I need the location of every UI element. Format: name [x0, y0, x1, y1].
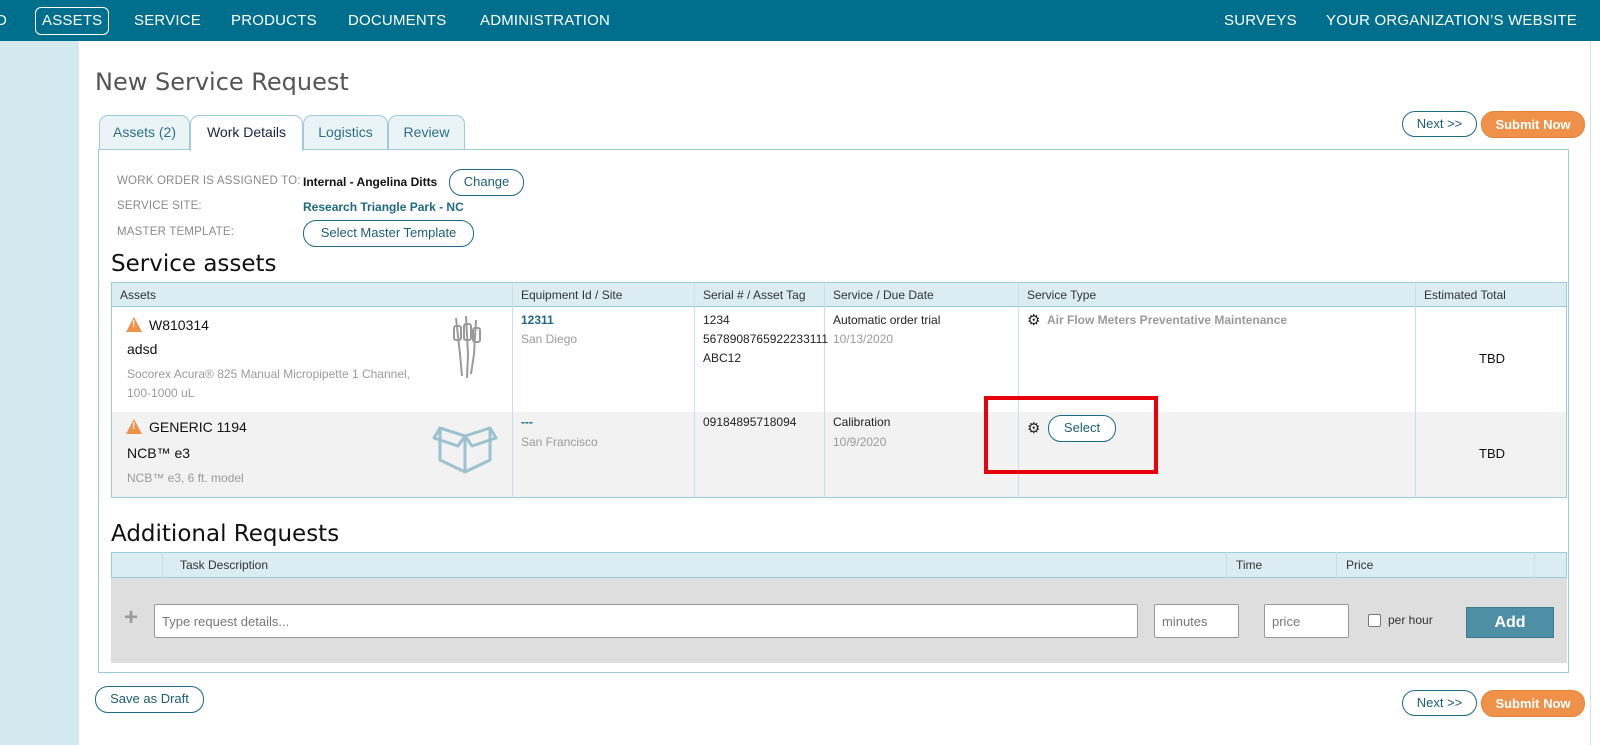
warning-icon: ! — [126, 419, 142, 434]
header-serial: Serial # / Asset Tag — [703, 288, 806, 302]
per-hour-label: per hour — [1388, 613, 1433, 627]
column-divider — [162, 552, 163, 578]
header-service-due: Service / Due Date — [833, 288, 934, 302]
next-button-top[interactable]: Next >> — [1402, 111, 1477, 137]
top-navigation-bar: D ASSETS SERVICE PRODUCTS DOCUMENTS ADMI… — [0, 0, 1600, 41]
master-template-label: MASTER TEMPLATE: — [117, 226, 235, 238]
serial-number: 1234 — [703, 313, 730, 327]
nav-item-assets[interactable]: ASSETS — [35, 7, 110, 35]
column-divider — [1534, 552, 1535, 578]
service-assets-table-header: Assets Equipment Id / Site Serial # / As… — [111, 282, 1567, 307]
assigned-to-value: Internal - Angelina Ditts — [303, 175, 438, 189]
nav-item-organization-website[interactable]: YOUR ORGANIZATION’S WEBSITE — [1326, 0, 1577, 41]
select-master-template-button[interactable]: Select Master Template — [303, 220, 474, 247]
due-date: 10/13/2020 — [833, 332, 894, 346]
header-assets: Assets — [120, 288, 157, 302]
column-divider — [1336, 552, 1337, 578]
submit-now-button-bottom[interactable]: Submit Now — [1481, 690, 1585, 717]
due-date: 10/9/2020 — [833, 435, 887, 449]
service-assets-title: Service assets — [111, 251, 277, 277]
header-service-type: Service Type — [1027, 288, 1097, 302]
highlight-box — [984, 396, 1158, 474]
asset-name: NCB™ e3 — [127, 445, 191, 461]
price-input[interactable] — [1264, 604, 1349, 638]
service-name: Automatic order trial — [833, 313, 941, 327]
asset-id[interactable]: GENERIC 1194 — [149, 419, 247, 435]
nav-item-surveys[interactable]: SURVEYS — [1224, 0, 1297, 41]
service-site-value[interactable]: Research Triangle Park - NC — [303, 200, 464, 214]
time-minutes-input[interactable] — [1154, 604, 1239, 638]
equipment-id-link[interactable]: 12311 — [521, 313, 554, 327]
right-divider — [1590, 41, 1591, 745]
header-estimated-total: Estimated Total — [1424, 288, 1506, 302]
page-title: New Service Request — [95, 68, 349, 96]
additional-requests-header: Task Description Time Price — [111, 552, 1567, 578]
next-button-bottom[interactable]: Next >> — [1402, 690, 1477, 716]
estimated-total: TBD — [1479, 351, 1505, 366]
header-task-description: Task Description — [180, 558, 269, 572]
header-equipment-id: Equipment Id / Site — [521, 288, 623, 302]
pipette-image — [453, 315, 481, 379]
asset-description: NCB™ e3, 6 ft. model — [127, 471, 244, 485]
tab-review[interactable]: Review — [388, 115, 465, 150]
column-divider — [824, 282, 825, 498]
additional-requests-title: Additional Requests — [111, 521, 340, 547]
header-price: Price — [1346, 558, 1374, 572]
per-hour-checkbox[interactable] — [1368, 614, 1381, 627]
service-type-value[interactable]: Air Flow Meters Preventative Maintenance — [1047, 313, 1287, 327]
plus-icon[interactable]: + — [124, 606, 138, 630]
warning-icon: ! — [126, 317, 142, 332]
column-divider — [1226, 552, 1227, 578]
nav-item-documents[interactable]: DOCUMENTS — [348, 0, 446, 41]
column-divider — [1415, 282, 1416, 498]
serial-number: 5678908765922233111 — [703, 332, 829, 346]
asset-tag: ABC12 — [703, 351, 742, 365]
column-divider — [694, 282, 695, 498]
serial-number: 09184895718094 — [703, 415, 797, 429]
nav-item-service[interactable]: SERVICE — [134, 0, 201, 41]
tab-assets[interactable]: Assets (2) — [99, 115, 190, 150]
submit-now-button-top[interactable]: Submit Now — [1481, 111, 1585, 138]
nav-item-administration[interactable]: ADMINISTRATION — [480, 0, 610, 41]
save-as-draft-button[interactable]: Save as Draft — [95, 686, 204, 713]
asset-name: adsd — [127, 341, 158, 357]
asset-id[interactable]: W810314 — [149, 317, 209, 333]
task-description-input[interactable] — [154, 604, 1138, 638]
gear-icon[interactable]: ⚙ — [1027, 313, 1040, 328]
estimated-total: TBD — [1479, 446, 1505, 461]
header-time: Time — [1236, 558, 1263, 572]
add-request-button[interactable]: Add — [1466, 607, 1554, 638]
equipment-site: San Diego — [521, 332, 578, 346]
equipment-id-link[interactable]: --- — [521, 415, 533, 429]
asset-description-line2: 100-1000 uL — [127, 386, 195, 400]
tab-logistics[interactable]: Logistics — [303, 115, 388, 150]
column-divider — [512, 282, 513, 498]
service-site-label: SERVICE SITE: — [117, 200, 202, 212]
nav-item-products[interactable]: PRODUCTS — [231, 0, 317, 41]
nav-item-truncated[interactable]: D — [0, 0, 7, 41]
tab-work-details[interactable]: Work Details — [190, 115, 303, 151]
box-icon — [432, 426, 498, 474]
equipment-site: San Francisco — [521, 435, 598, 449]
left-sidebar — [0, 41, 79, 745]
asset-description: Socorex Acura® 825 Manual Micropipette 1… — [127, 367, 411, 381]
change-assignee-button[interactable]: Change — [449, 169, 524, 196]
service-name: Calibration — [833, 415, 891, 429]
assigned-to-label: WORK ORDER IS ASSIGNED TO: — [117, 175, 301, 187]
